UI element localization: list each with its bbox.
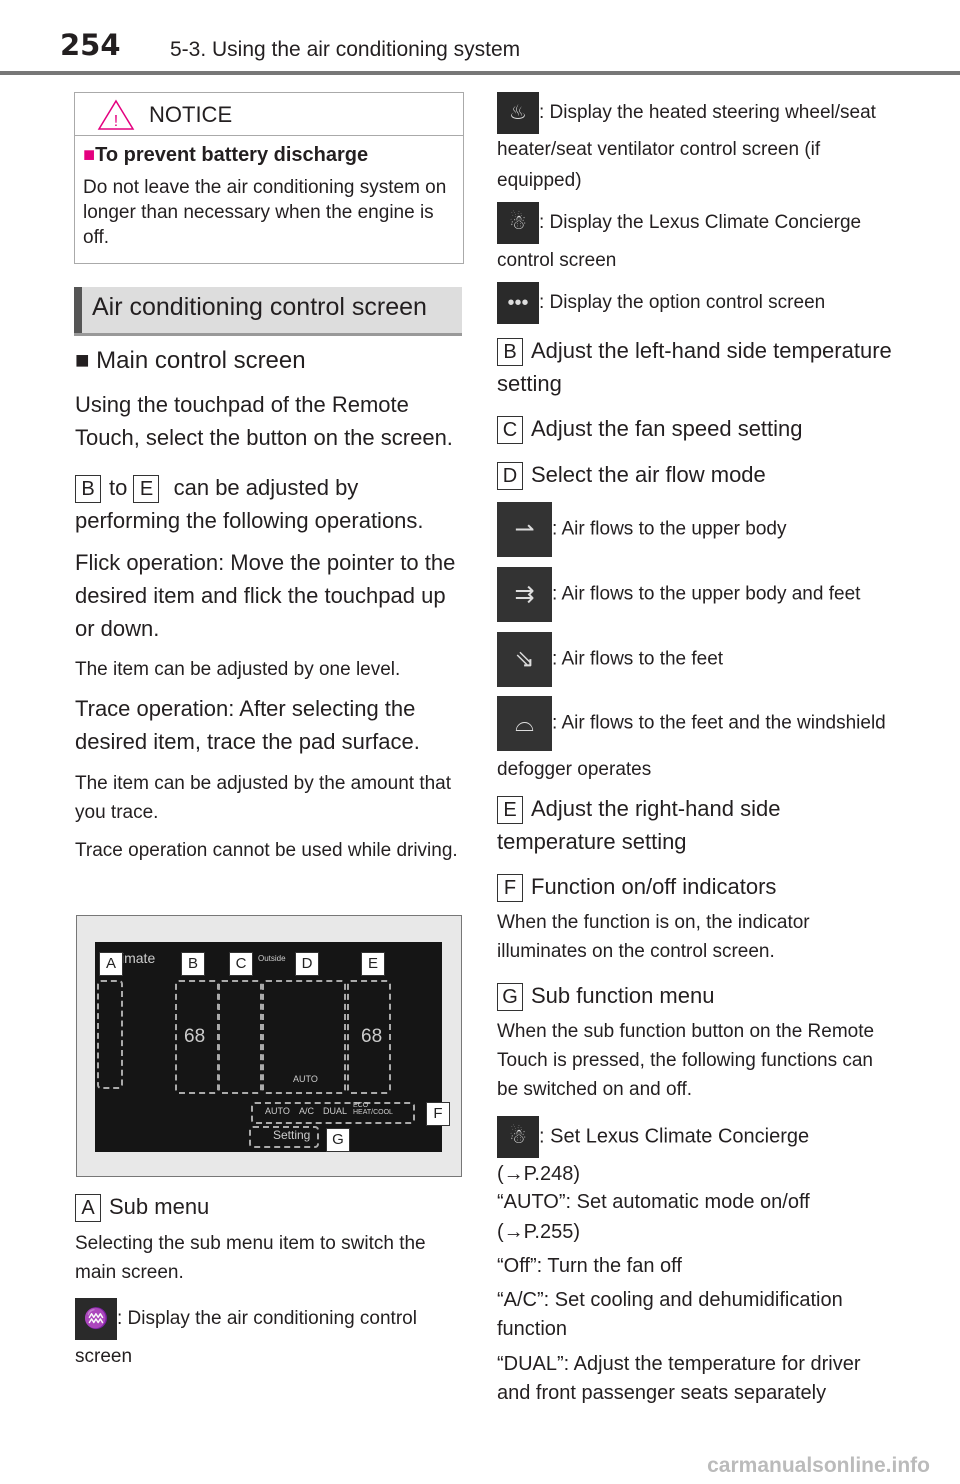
option-item: •••: Display the option control screen [497, 282, 897, 324]
paragraph: Trace operation cannot be used while dri… [75, 840, 458, 861]
item-c: C Adjust the fan speed setting [497, 412, 897, 445]
more-options-icon: ••• [497, 282, 539, 324]
paragraph: “AUTO”: Set automatic mode on/off (→P.25… [497, 1191, 810, 1243]
item-f: F Function on/off indicators [497, 870, 897, 903]
airflow-upper-feet: ⇉: Air flows to the upper body and feet [497, 567, 897, 622]
seat-heater-icon: ♨ [497, 92, 539, 134]
climate-concierge-icon: ☃ [497, 1116, 539, 1158]
page-number: 254 [60, 28, 121, 62]
notice-subtitle: ■To prevent battery discharge [83, 144, 369, 166]
air-conditioning-icon: ♒ [75, 1298, 117, 1340]
airflow-upper: ⇀: Air flows to the upper body [497, 502, 897, 557]
ac-screen-item: ♒: Display the air conditioning control … [75, 1298, 465, 1373]
watermark: carmanualsonline.info [707, 1454, 930, 1477]
paragraph: Bto E can be adjusted by performing the … [75, 475, 424, 533]
item-g: G Sub function menu [497, 979, 897, 1012]
control-screen-image: imate Outside 68 68 AUTO AUTO A/C DUAL E… [76, 915, 462, 1177]
paragraph: When the function is on, the indicator i… [497, 912, 810, 962]
paragraph: The item can be adjusted by one level. [75, 659, 401, 680]
section-header: 5-3. Using the air conditioning system [170, 38, 521, 61]
paragraph: Trace operation: After selecting the des… [75, 696, 420, 754]
notice-text: Do not leave the air conditioning system… [83, 177, 447, 248]
item-b: B Adjust the left-hand side temperature s… [497, 338, 892, 396]
section-title: Air conditioning control screen [92, 293, 427, 321]
warning-icon: ! [97, 99, 135, 130]
airflow-feet-icon: ⇘ [497, 632, 552, 687]
airflow-upper-body-icon: ⇀ [497, 502, 552, 557]
subhead: ■ Main control screen [75, 347, 306, 374]
notice-title: NOTICE [149, 102, 233, 127]
paragraph: Selecting the sub menu item to switch th… [75, 1233, 426, 1283]
paragraph: “Off”: Turn the fan off [497, 1255, 682, 1277]
airflow-feet-defog: ⌓: Air flows to the feet and the windshi… [497, 696, 897, 789]
bullet-icon: ■ [83, 144, 96, 166]
concierge-set-item: ☃: Set Lexus Climate Concierge (→P.248) [497, 1116, 897, 1191]
section-title-bar: Air conditioning control screen [74, 287, 462, 336]
paragraph: The item can be adjusted by the amount t… [75, 773, 452, 823]
svg-text:!: ! [114, 113, 118, 130]
item-e: E Adjust the right-hand side temperature … [497, 796, 781, 854]
paragraph: “DUAL”: Adjust the temperature for drive… [497, 1353, 861, 1404]
heated-steering-item: ♨: Display the heated steering wheel/sea… [497, 92, 897, 196]
item-d: D Select the air flow mode [497, 458, 897, 491]
paragraph: When the sub function button on the Remo… [497, 1021, 875, 1100]
square-bullet-icon: ■ [75, 347, 97, 374]
climate-concierge-item: ☃: Display the Lexus Climate Concierge c… [497, 202, 897, 277]
notice-box: ! NOTICE ■To prevent battery discharge D… [74, 92, 464, 264]
item-a: A Sub menu [75, 1190, 465, 1223]
paragraph: “A/C”: Set cooling and dehumidification … [497, 1289, 843, 1340]
paragraph: Flick operation: Move the pointer to the… [75, 550, 456, 641]
climate-concierge-icon: ☃ [497, 202, 539, 244]
airflow-feet-defogger-icon: ⌓ [497, 696, 552, 751]
airflow-feet: ⇘: Air flows to the feet [497, 632, 897, 687]
header-rule [0, 71, 960, 75]
paragraph: Using the touchpad of the Remote Touch, … [75, 392, 453, 450]
airflow-upper-body-feet-icon: ⇉ [497, 567, 552, 622]
